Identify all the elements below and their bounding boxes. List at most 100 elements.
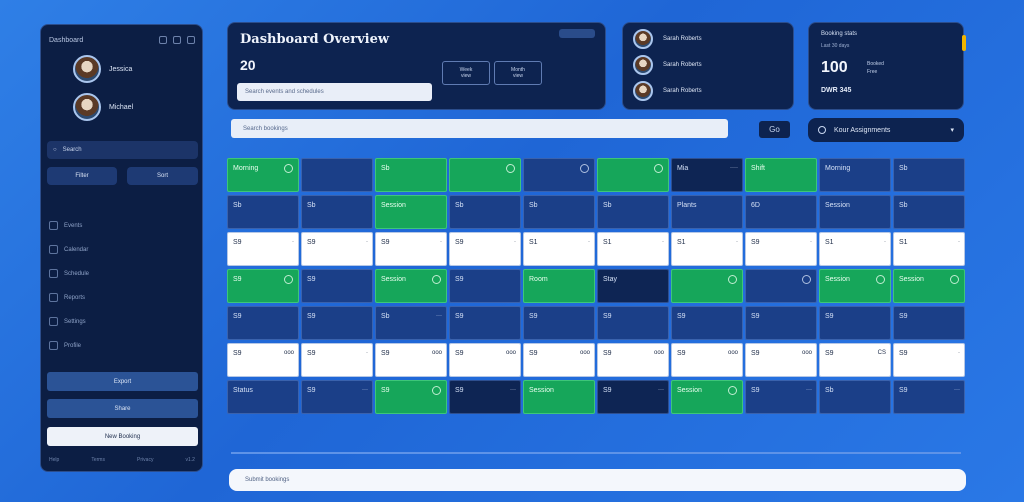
filter-button[interactable]: Filter [47, 167, 117, 185]
grid-cell[interactable]: S9 · [745, 232, 817, 266]
grid-cell[interactable]: S9 · [301, 343, 373, 377]
grid-cell[interactable] [301, 158, 373, 192]
sort-button[interactable]: Sort [127, 167, 198, 185]
grid-cell[interactable]: S9 ··· [301, 380, 373, 414]
grid-cell[interactable]: Sb [523, 195, 595, 229]
nav-item-reports[interactable]: Reports [49, 293, 85, 302]
footer-privacy[interactable]: Privacy [137, 457, 153, 463]
nav-item-events[interactable]: Events [49, 221, 82, 230]
grid-cell[interactable]: S9 [375, 380, 447, 414]
new-booking-button[interactable]: New Booking [47, 427, 198, 446]
grid-cell[interactable]: Session [523, 380, 595, 414]
grid-cell[interactable]: S9 [449, 306, 521, 340]
grid-cell[interactable] [671, 269, 743, 303]
grid-cell[interactable]: S9 ··· [449, 380, 521, 414]
grid-cell[interactable]: S9 [523, 306, 595, 340]
grid-cell[interactable]: S9 [227, 269, 299, 303]
settings-icon[interactable] [187, 36, 195, 44]
profile-2[interactable]: Michael [73, 93, 133, 121]
grid-cell[interactable]: Sb [819, 380, 891, 414]
month-view-button[interactable]: Month view [494, 61, 542, 85]
sidebar-search[interactable]: ○ Search [47, 141, 198, 159]
grid-cell[interactable]: S9 ooo [375, 343, 447, 377]
nav-item-schedule[interactable]: Schedule [49, 269, 89, 278]
grid-cell[interactable]: Stay [597, 269, 669, 303]
nav-item-calendar[interactable]: Calendar [49, 245, 88, 254]
grid-cell[interactable]: S9 ··· [597, 380, 669, 414]
grid-cell[interactable]: Mia ···· [671, 158, 743, 192]
grid-cell[interactable]: S9 ··· [893, 380, 965, 414]
grid-cell[interactable]: Sb [227, 195, 299, 229]
grid-cell[interactable]: Sb [597, 195, 669, 229]
grid-cell[interactable]: Session [819, 195, 891, 229]
grid-cell[interactable]: S9 ooo [449, 343, 521, 377]
grid-cell[interactable]: Sb [893, 158, 965, 192]
grid-cell[interactable]: S9 ··· [745, 380, 817, 414]
grid-cell[interactable]: S9 ooo [597, 343, 669, 377]
grid-cell[interactable]: S9 [745, 306, 817, 340]
grid-cell[interactable]: Sb [449, 195, 521, 229]
nav-item-settings[interactable]: Settings [49, 317, 86, 326]
footer-help[interactable]: Help [49, 457, 59, 463]
grid-cell[interactable]: S9 [819, 306, 891, 340]
person-item[interactable]: Sarah Roberts [633, 81, 702, 101]
grid-cell[interactable]: Status [227, 380, 299, 414]
grid-cell[interactable]: 6D [745, 195, 817, 229]
grid-cell[interactable]: S9 CS [819, 343, 891, 377]
grid-cell[interactable]: S9 [301, 269, 373, 303]
grid-cell[interactable] [597, 158, 669, 192]
grid-icon[interactable] [159, 36, 167, 44]
grid-cell[interactable]: S1 · [819, 232, 891, 266]
filter-input[interactable]: Search bookings [231, 119, 728, 138]
person-item[interactable]: Sarah Roberts [633, 29, 702, 49]
share-button[interactable]: Share [47, 399, 198, 418]
grid-cell[interactable] [523, 158, 595, 192]
grid-cell[interactable]: Morning [819, 158, 891, 192]
assignment-select[interactable]: Kour Assignments ▾ [808, 118, 964, 142]
grid-cell[interactable]: Session [893, 269, 965, 303]
grid-cell[interactable]: Session [375, 269, 447, 303]
grid-cell[interactable]: S9 ooo [523, 343, 595, 377]
grid-cell[interactable]: Morning [227, 158, 299, 192]
grid-cell[interactable]: Room [523, 269, 595, 303]
overview-search-input[interactable]: Search events and schedules [237, 83, 432, 101]
grid-cell[interactable]: Session [375, 195, 447, 229]
grid-cell[interactable]: S9 · [301, 232, 373, 266]
grid-cell[interactable]: Session [819, 269, 891, 303]
grid-cell[interactable]: Plants [671, 195, 743, 229]
grid-cell[interactable]: Shift [745, 158, 817, 192]
grid-cell[interactable]: S9 ooo [227, 343, 299, 377]
profile-1[interactable]: Jessica [73, 55, 132, 83]
grid-cell[interactable]: S9 [301, 306, 373, 340]
grid-cell[interactable]: S1 · [597, 232, 669, 266]
bell-icon[interactable] [173, 36, 181, 44]
grid-cell[interactable]: S9 [449, 269, 521, 303]
stats-handle[interactable] [962, 35, 966, 51]
grid-cell[interactable] [745, 269, 817, 303]
grid-cell[interactable]: S9 · [893, 343, 965, 377]
grid-cell[interactable]: Sb [375, 158, 447, 192]
grid-cell[interactable]: S1 · [671, 232, 743, 266]
export-button[interactable]: Export [47, 372, 198, 391]
week-view-button[interactable]: Week view [442, 61, 490, 85]
person-item[interactable]: Sarah Roberts [633, 55, 702, 75]
nav-item-profile[interactable]: Profile [49, 341, 81, 350]
grid-cell[interactable]: S9 · [375, 232, 447, 266]
grid-cell[interactable]: S1 · [523, 232, 595, 266]
grid-cell[interactable]: S9 ooo [745, 343, 817, 377]
go-button[interactable]: Go [759, 121, 790, 138]
grid-cell[interactable]: S9 · [449, 232, 521, 266]
grid-cell[interactable]: Sb [893, 195, 965, 229]
grid-cell[interactable]: S1 · [893, 232, 965, 266]
grid-cell[interactable]: S9 [597, 306, 669, 340]
footer-terms[interactable]: Terms [91, 457, 105, 463]
grid-cell[interactable]: Sb [301, 195, 373, 229]
grid-cell[interactable]: S9 [227, 306, 299, 340]
grid-cell[interactable]: Sb ··· [375, 306, 447, 340]
horizontal-scrollbar[interactable] [231, 452, 961, 454]
grid-cell[interactable]: Session [671, 380, 743, 414]
grid-cell[interactable]: S9 [893, 306, 965, 340]
grid-cell[interactable] [449, 158, 521, 192]
bottom-input[interactable]: Submit bookings [229, 469, 966, 491]
grid-cell[interactable]: S9 [671, 306, 743, 340]
